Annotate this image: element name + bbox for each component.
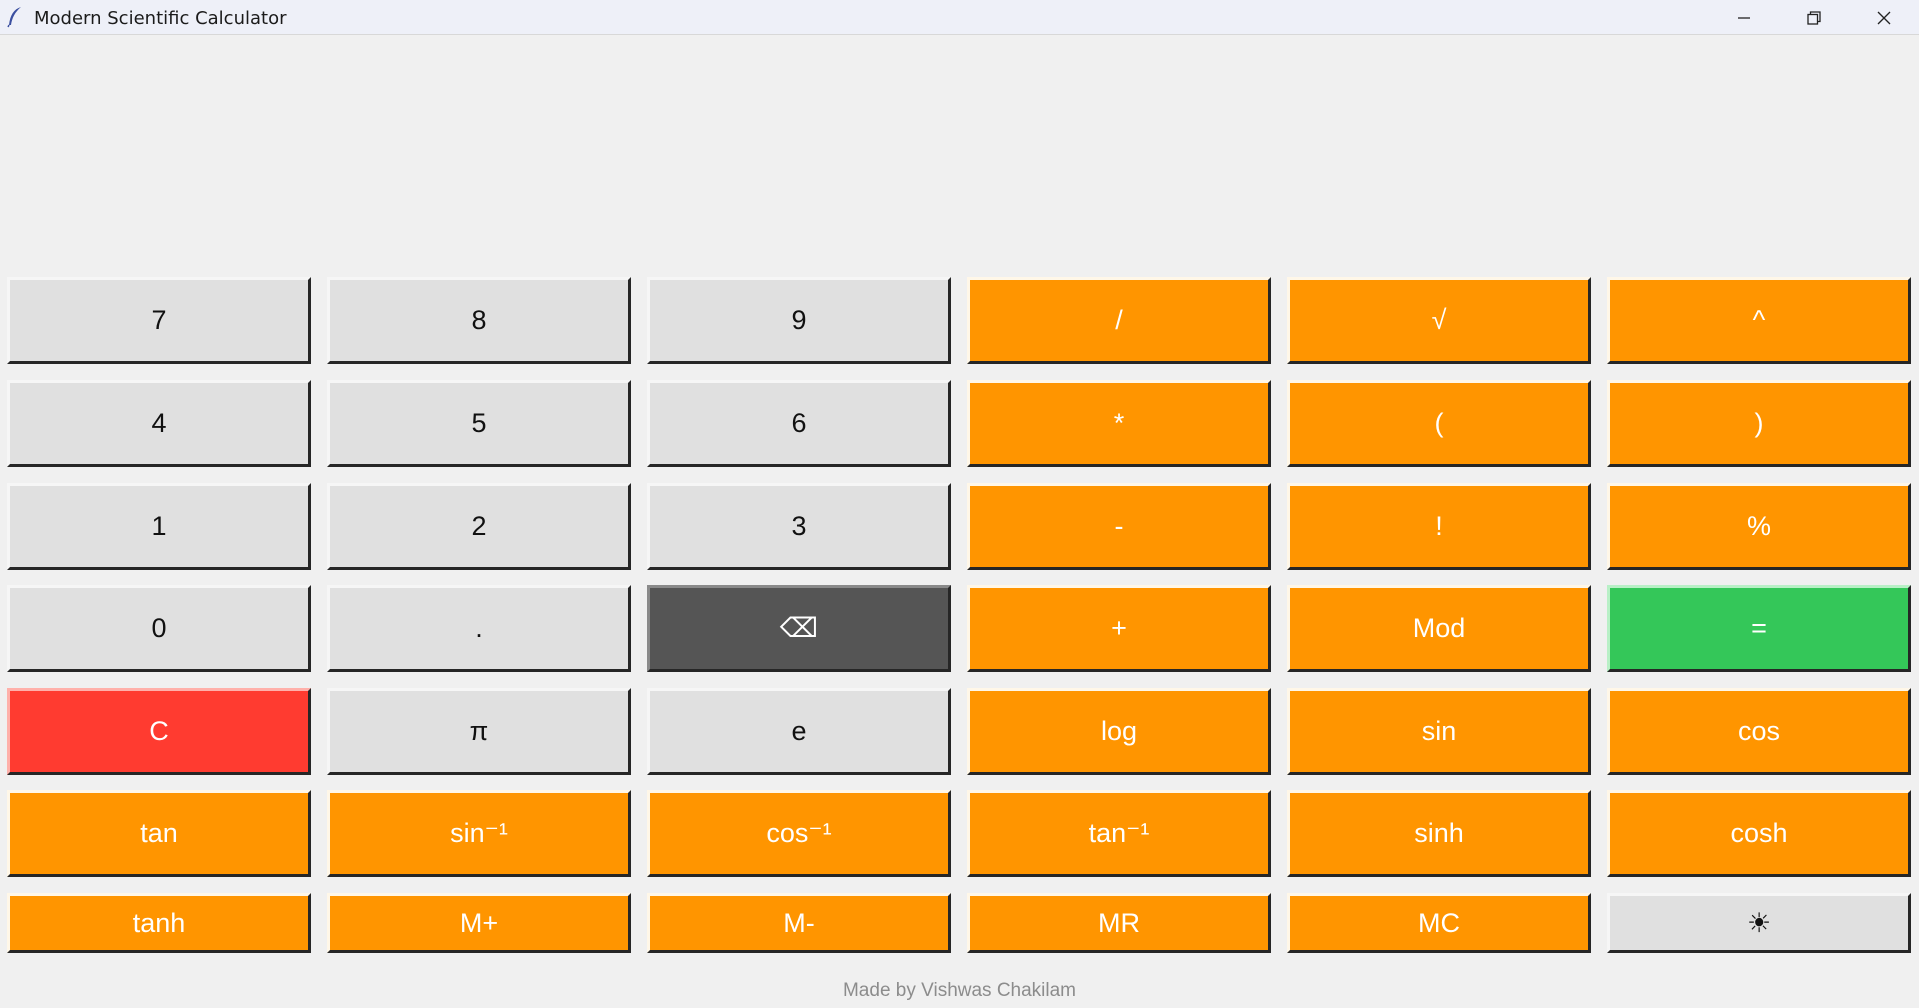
key-sin[interactable]: sin [1287, 688, 1591, 775]
key-log[interactable]: log [967, 688, 1271, 775]
key-acos[interactable]: cos⁻¹ [647, 790, 951, 877]
sun-icon: ☀ [1746, 907, 1772, 938]
key-close-paren[interactable]: ) [1607, 380, 1911, 467]
key-add[interactable]: + [967, 585, 1271, 672]
key-cosh[interactable]: cosh [1607, 790, 1911, 877]
key-sinh[interactable]: sinh [1287, 790, 1591, 877]
key-decimal[interactable]: . [327, 585, 631, 672]
key-e[interactable]: e [647, 688, 951, 775]
key-factorial[interactable]: ! [1287, 483, 1591, 570]
key-memory-subtract[interactable]: M- [647, 893, 951, 953]
key-9[interactable]: 9 [647, 277, 951, 364]
key-mod[interactable]: Mod [1287, 585, 1591, 672]
key-divide[interactable]: / [967, 277, 1271, 364]
key-2[interactable]: 2 [327, 483, 631, 570]
key-memory-clear[interactable]: MC [1287, 893, 1591, 953]
key-sqrt[interactable]: √ [1287, 277, 1591, 364]
keypad: 7 8 9 / √ ^ 4 5 6 * ( ) 1 2 3 - ! % 0 . … [0, 0, 1919, 1008]
key-pi[interactable]: π [327, 688, 631, 775]
footer-credit: Made by Vishwas Chakilam [842, 980, 1077, 1001]
key-asin[interactable]: sin⁻¹ [327, 790, 631, 877]
key-memory-add[interactable]: M+ [327, 893, 631, 953]
key-0[interactable]: 0 [7, 585, 311, 672]
key-backspace[interactable]: ⌫ [647, 585, 951, 672]
key-equals[interactable]: = [1607, 585, 1911, 672]
key-open-paren[interactable]: ( [1287, 380, 1591, 467]
key-3[interactable]: 3 [647, 483, 951, 570]
key-memory-recall[interactable]: MR [967, 893, 1271, 953]
key-6[interactable]: 6 [647, 380, 951, 467]
key-4[interactable]: 4 [7, 380, 311, 467]
key-multiply[interactable]: * [967, 380, 1271, 467]
key-cos[interactable]: cos [1607, 688, 1911, 775]
key-atan[interactable]: tan⁻¹ [967, 790, 1271, 877]
key-tanh[interactable]: tanh [7, 893, 311, 953]
key-8[interactable]: 8 [327, 277, 631, 364]
key-7[interactable]: 7 [7, 277, 311, 364]
key-tan[interactable]: tan [7, 790, 311, 877]
key-5[interactable]: 5 [327, 380, 631, 467]
key-clear[interactable]: C [7, 688, 311, 775]
theme-toggle-button[interactable]: ☀ [1607, 893, 1911, 953]
key-power[interactable]: ^ [1607, 277, 1911, 364]
key-subtract[interactable]: - [967, 483, 1271, 570]
key-percent[interactable]: % [1607, 483, 1911, 570]
key-1[interactable]: 1 [7, 483, 311, 570]
